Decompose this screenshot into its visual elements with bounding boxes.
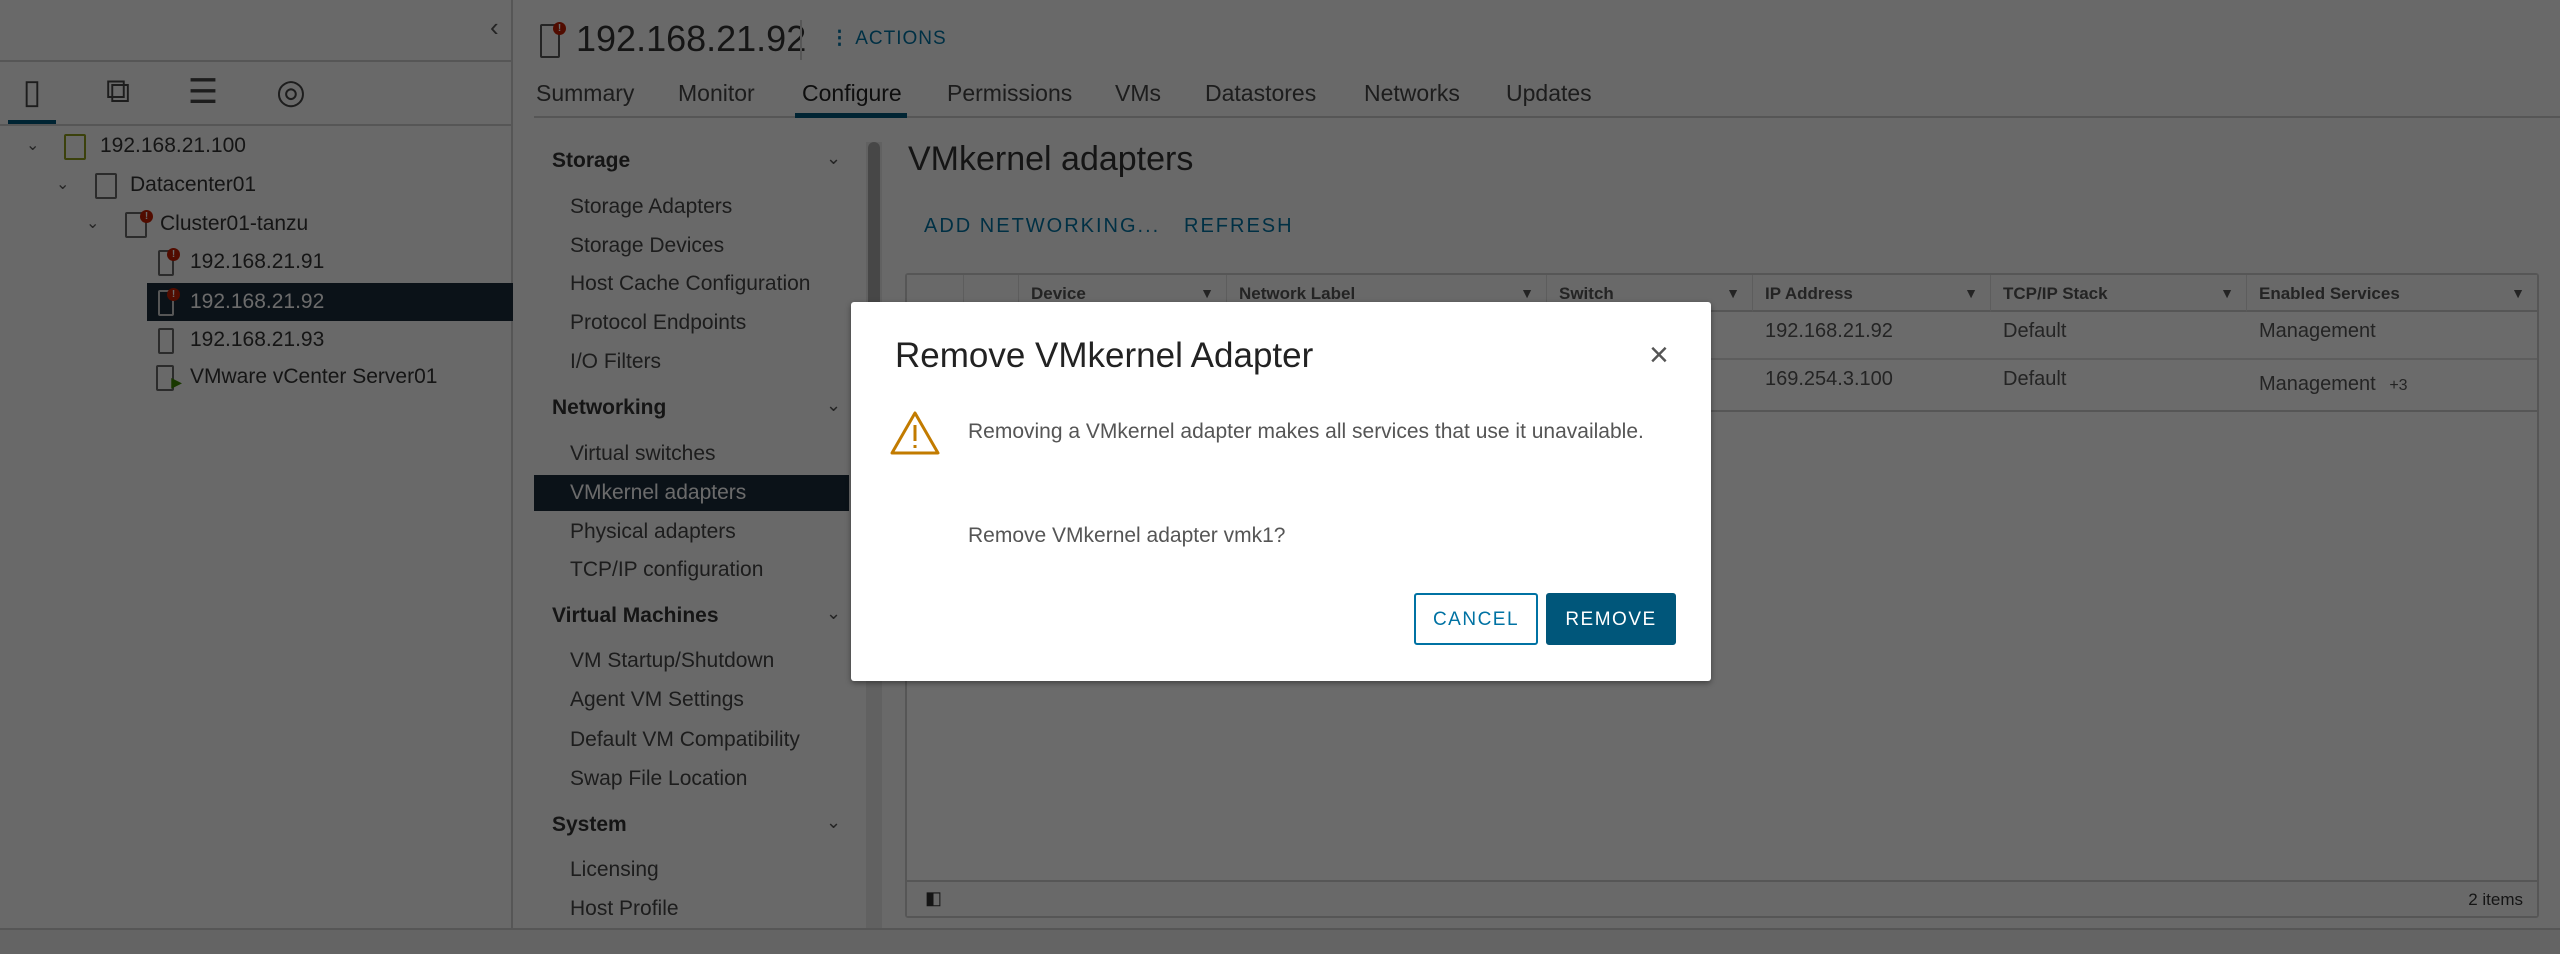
menu-item[interactable]: VM Startup/Shutdown [534,643,849,679]
menu-item[interactable]: Default VM Compatibility [534,722,849,758]
menu-item[interactable]: I/O Filters [534,344,849,380]
menu-item[interactable]: Storage Devices [534,228,849,264]
tab-vms[interactable]: VMs [1115,80,1161,107]
alert-icon: ! [140,210,153,223]
filter-icon[interactable]: ▼ [1964,275,1978,312]
close-icon[interactable]: × [1649,338,1669,372]
chevron-down-icon[interactable]: ⌄ [26,127,39,165]
filter-icon[interactable]: ▼ [2511,275,2525,312]
storage-icon[interactable]: ☰ [183,72,223,116]
column-header-ip-address[interactable]: IP Address ▼ [1753,275,1991,312]
table-footer: ◧ 2 items [907,880,2537,916]
column-header-tcpip-stack[interactable]: TCP/IP Stack ▼ [1991,275,2247,312]
menu-item[interactable]: TCP/IP configuration [534,552,849,588]
menu-item[interactable]: Agent VM Settings [534,682,849,718]
inventory-pane: ‹ ▯ ⧉ ☰ ◎ ⌄ 192.168.21.100 ⌄ Datacenter0… [0,0,513,928]
chevron-down-icon[interactable]: ⌄ [826,148,841,169]
section-title: VMkernel adapters [908,140,1194,178]
dialog-question: Remove VMkernel adapter vmk1? [968,524,1286,547]
chevron-down-icon[interactable]: ⌄ [826,603,841,624]
vcenter-icon [64,134,86,160]
host-icon [158,328,174,354]
tab-updates[interactable]: Updates [1506,80,1592,107]
alert-icon: ! [167,288,180,301]
menu-item[interactable]: Virtual switches [534,436,849,472]
more-vertical-icon: ⋮ [830,28,850,49]
menu-item[interactable]: Swap File Location [534,761,849,797]
tab-configure[interactable]: Configure [802,80,902,107]
chevron-left-icon[interactable]: ‹ [490,12,499,43]
menu-item[interactable]: Physical adapters [534,514,849,550]
tab-permissions[interactable]: Permissions [947,80,1072,107]
tab-datastores[interactable]: Datastores [1205,80,1316,107]
host-alert-icon: ! [158,248,180,276]
menu-item[interactable]: Protocol Endpoints [534,305,849,341]
add-networking-button[interactable]: ADD NETWORKING... [924,215,1160,238]
vm-icon: ▶ [156,365,182,391]
menu-item[interactable]: Host Profile [534,891,849,927]
alert-icon: ! [167,248,180,261]
vms-templates-icon[interactable]: ⧉ [98,72,138,116]
menu-section-networking[interactable]: Networking [552,396,666,420]
host-alert-icon: ! [158,288,180,316]
cancel-button[interactable]: CANCEL [1414,593,1538,645]
remove-button[interactable]: REMOVE [1546,593,1676,645]
tree-item-cluster[interactable]: ⌄ ! Cluster01-tanzu [0,205,513,243]
tree-item-vm[interactable]: ▶ VMware vCenter Server01 [0,358,513,396]
cluster-icon: ! [125,210,153,238]
filter-icon[interactable]: ▼ [2220,275,2234,312]
column-header-enabled-services[interactable]: Enabled Services ▼ [2247,275,2537,312]
menu-section-system[interactable]: System [552,813,627,837]
tree-item-host[interactable]: 192.168.21.93 [0,321,513,359]
menu-item[interactable]: Licensing [534,852,849,888]
dialog-title: Remove VMkernel Adapter [895,336,1314,375]
tab-monitor[interactable]: Monitor [678,80,755,107]
menu-section-storage[interactable]: Storage [552,149,630,173]
chevron-down-icon[interactable]: ⌄ [86,205,99,243]
column-toggle-icon[interactable]: ◧ [925,888,942,909]
menu-item[interactable]: Storage Adapters [534,189,849,225]
datacenter-icon [95,173,117,199]
tree-item-datacenter[interactable]: ⌄ Datacenter01 [0,166,513,204]
more-services-link[interactable]: +3 [2389,377,2407,394]
dialog-message: Removing a VMkernel adapter makes all se… [968,420,1644,443]
alert-icon: ! [553,22,566,35]
actions-button[interactable]: ⋮ ACTIONS [830,27,947,50]
page-title: 192.168.21.92 [576,18,807,59]
chevron-down-icon[interactable]: ⌄ [56,166,69,204]
host-alert-icon: ! [540,22,566,58]
networking-icon[interactable]: ◎ [271,72,311,116]
refresh-button[interactable]: REFRESH [1184,215,1294,238]
hosts-clusters-icon[interactable]: ▯ [12,72,52,116]
tab-networks[interactable]: Networks [1364,80,1460,107]
chevron-down-icon[interactable]: ⌄ [826,812,841,833]
tree-item-host-selected[interactable]: ! 192.168.21.92 [147,283,513,321]
remove-vmkernel-dialog: Remove VMkernel Adapter × Removing a VMk… [851,302,1711,681]
menu-section-vms[interactable]: Virtual Machines [552,604,719,628]
active-tab-indicator [795,113,907,118]
warning-icon [889,410,941,461]
chevron-down-icon[interactable]: ⌄ [826,395,841,416]
menu-item[interactable]: Host Cache Configuration [534,266,849,302]
tree-item-vcenter[interactable]: ⌄ 192.168.21.100 [0,127,513,165]
bottom-panel-bar[interactable] [0,928,2560,954]
filter-icon[interactable]: ▼ [1726,275,1740,312]
tree-item-host[interactable]: ! 192.168.21.91 [0,243,513,281]
menu-item-selected[interactable]: VMkernel adapters [534,475,849,511]
tab-summary[interactable]: Summary [536,80,634,107]
